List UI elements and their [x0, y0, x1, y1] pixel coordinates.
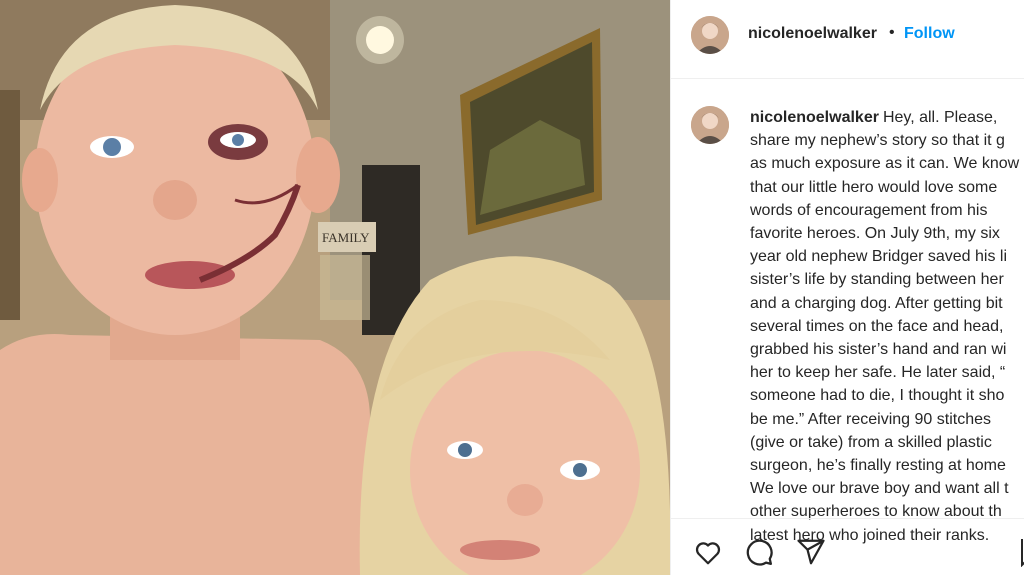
caption-line: surgeon, he’s finally resting at home — [750, 457, 1006, 475]
caption-line: We love our brave boy and want all t — [750, 480, 1009, 498]
caption-line: share my nephew’s story so that it g — [750, 132, 1005, 150]
caption-line: several times on the face and head, — [750, 317, 1004, 335]
action-bar — [671, 518, 1024, 576]
caption-line: someone had to die, I thought it sho — [750, 387, 1005, 405]
caption-line: that our little hero would love some — [750, 178, 998, 196]
caption-line: her to keep her safe. He later said, “ — [750, 364, 1006, 382]
caption-line: (give or take) from a skilled plastic — [750, 433, 992, 451]
post-photo[interactable]: FAMILY — [0, 0, 670, 575]
caption-line: as much exposure as it can. We know — [750, 155, 1020, 173]
post-caption: nicolenoelwalker Hey, all. Please, share … — [750, 106, 1024, 547]
avatar[interactable] — [691, 16, 729, 54]
post-side-panel: nicolenoelwalker • Follow nicolenoelwalk… — [670, 0, 1024, 575]
caption-line: year old nephew Bridger saved his li — [750, 248, 1008, 266]
caption-line: favorite heroes. On July 9th, my six — [750, 225, 1000, 243]
follow-button[interactable]: Follow — [904, 25, 955, 43]
comment-icon[interactable] — [744, 537, 774, 567]
caption-line: and a charging dog. After getting bit — [750, 294, 1003, 312]
caption-line: sister’s life by standing between her — [750, 271, 1004, 289]
heart-icon[interactable] — [693, 537, 723, 567]
caption-avatar[interactable] — [691, 106, 729, 144]
separator-dot: • — [889, 24, 895, 41]
caption-line: be me.” After receiving 90 stitches — [750, 410, 991, 428]
share-icon[interactable] — [796, 537, 826, 567]
family-sign: FAMILY — [322, 230, 370, 245]
caption-username[interactable]: nicolenoelwalker — [750, 109, 879, 126]
caption-line: grabbed his sister’s hand and ran wi — [750, 341, 1007, 359]
post-header: nicolenoelwalker • Follow — [671, 0, 1024, 79]
post-username[interactable]: nicolenoelwalker — [748, 25, 877, 43]
caption-line: words of encouragement from his — [750, 201, 988, 219]
caption-line: nicolenoelwalker Hey, all. Please, — [750, 109, 998, 126]
